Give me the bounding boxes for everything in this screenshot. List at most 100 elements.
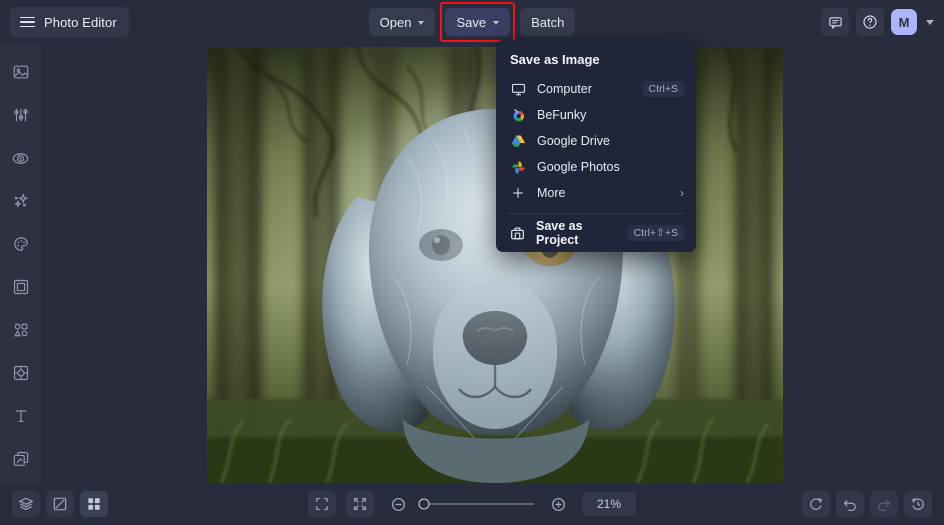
center-tool-group: Open Save Batch [0,2,944,42]
shapes-icon [13,323,27,337]
actual-size-icon [354,498,366,510]
redo-button[interactable] [870,491,898,517]
bottom-right-group [802,491,932,517]
undo-icon [843,500,856,512]
zoom-in-icon [551,497,565,511]
menu-item-shortcut: Ctrl+S [642,81,684,97]
menu-item-google-drive[interactable]: Google Drive [496,128,696,154]
layers-panel-button[interactable] [12,491,40,517]
menu-divider [508,213,684,214]
menu-item-label: Google Photos [537,160,620,174]
menu-item-befunky[interactable]: BeFunky [496,102,696,128]
account-chevron-down-icon[interactable] [926,19,934,25]
save-button[interactable]: Save [445,8,511,36]
menu-item-label: BeFunky [537,108,587,122]
menu-item-save-as-project[interactable]: Save as Project Ctrl+⇧+S [496,219,696,247]
zoom-in-button[interactable] [544,491,572,517]
question-circle-icon [863,15,877,29]
transparency-button[interactable] [46,491,74,517]
zoom-level-value: 21% [596,497,622,511]
monitor-icon [510,82,526,97]
save-button-wrapper: Save [440,2,516,42]
befunky-logo-icon [510,108,526,123]
sidebar-item-overlays[interactable] [7,359,35,387]
photo-editor-app: Photo Editor Open Save Batch M 21% Save … [0,0,944,525]
layers-stack-icon [13,451,28,466]
zoom-slider[interactable] [418,498,534,510]
grid-view-button[interactable] [80,491,108,517]
sidebar-item-adjust[interactable] [7,101,35,129]
fit-to-screen-button[interactable] [308,491,336,517]
canvas-photo[interactable] [207,47,783,483]
chevron-down-icon [493,20,500,25]
sidebar-item-graphics[interactable] [7,316,35,344]
menu-item-label: Save as Project [536,219,583,247]
project-save-icon [510,226,525,241]
sidebar-item-retouch[interactable] [7,144,35,172]
menu-item-google-photos[interactable]: Google Photos [496,154,696,180]
sparkles-icon [13,193,29,208]
reset-button[interactable] [802,491,830,517]
save-dropdown-menu: Save as Image Computer Ctrl+S BeFunky Go… [496,40,696,252]
bottom-toolbar: 21% [0,483,944,525]
plus-icon [510,186,526,200]
avatar-initial: M [898,14,910,30]
left-sidebar [0,44,41,483]
history-button[interactable] [904,491,932,517]
sliders-icon [13,108,28,122]
menu-item-label: Google Drive [537,134,610,148]
sidebar-item-frames[interactable] [7,273,35,301]
palette-icon [13,237,28,251]
zoom-out-button[interactable] [384,491,412,517]
google-photos-icon [510,160,526,175]
overlay-icon [13,365,28,381]
zoom-slider-handle[interactable] [418,498,430,510]
save-button-label: Save [456,14,487,30]
open-button[interactable]: Open [368,8,436,36]
help-button[interactable] [856,8,884,36]
menu-item-label: Computer [537,82,592,96]
history-icon [912,498,924,510]
hamburger-menu-icon [20,16,35,28]
zoom-level-display[interactable]: 21% [582,492,636,516]
layers-icon [18,497,34,511]
chevron-right-icon: › [680,186,684,200]
menu-item-shortcut: Ctrl+⇧+S [627,225,684,241]
menu-item-more[interactable]: More › [496,180,696,206]
app-menu-button[interactable]: Photo Editor [10,7,129,37]
top-right-group: M [821,8,934,36]
chevron-down-icon [418,20,425,25]
top-toolbar: Photo Editor Open Save Batch M [0,0,944,44]
text-t-icon [15,410,26,422]
image-icon [13,65,28,79]
batch-button[interactable]: Batch [520,8,576,36]
grid-icon [88,498,100,510]
fit-to-screen-icon [316,498,328,510]
batch-button-label: Batch [531,14,565,30]
dog-forest-artwork [207,47,783,483]
feedback-button[interactable] [821,8,849,36]
reset-icon [810,498,822,510]
actual-size-button[interactable] [346,491,374,517]
transparency-icon [53,497,67,511]
menu-title: Save as Image [510,52,600,67]
eye-icon [12,152,29,164]
google-drive-icon [510,134,526,148]
open-button-label: Open [379,14,412,30]
canvas-area[interactable] [41,44,944,483]
zoom-out-icon [391,497,405,511]
bottom-left-group [12,491,108,517]
sidebar-item-text[interactable] [7,402,35,430]
app-title: Photo Editor [44,14,117,30]
redo-icon [878,500,891,512]
sidebar-item-layers[interactable] [7,445,35,473]
chat-bubble-icon [828,16,842,29]
menu-item-label: More [537,186,566,200]
undo-button[interactable] [836,491,864,517]
sidebar-item-effects[interactable] [7,187,35,215]
menu-item-computer[interactable]: Computer Ctrl+S [496,76,696,102]
sidebar-item-artsy[interactable] [7,230,35,258]
user-avatar[interactable]: M [891,9,917,35]
sidebar-item-edit-photo[interactable] [7,58,35,86]
frame-icon [13,279,28,295]
